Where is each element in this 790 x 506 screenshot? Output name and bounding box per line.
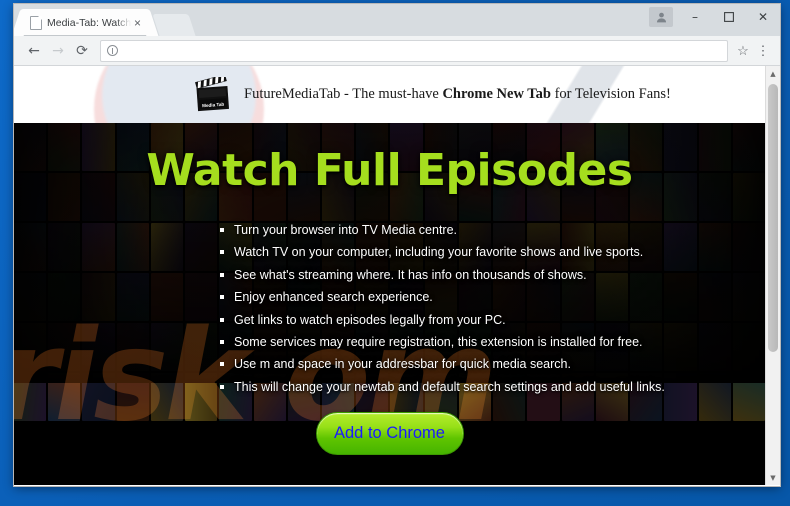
reload-button[interactable]: ⟳ bbox=[70, 39, 94, 63]
person-icon bbox=[656, 12, 666, 22]
forward-button[interactable]: → bbox=[46, 39, 70, 63]
document-icon bbox=[30, 15, 42, 30]
hero-section: risk om Watch Full Episodes Turn your br… bbox=[14, 123, 765, 485]
tab-title: Media-Tab: Watch TV, fo bbox=[47, 16, 131, 29]
close-window-button[interactable]: ✕ bbox=[746, 4, 780, 30]
feature-list-item: Turn your browser into TV Media centre. bbox=[218, 219, 765, 241]
chevron-down-icon: ▼ bbox=[770, 473, 776, 482]
header-text-after: for Television Fans! bbox=[550, 86, 671, 102]
back-button[interactable]: ← bbox=[22, 39, 46, 63]
back-arrow-icon: ← bbox=[28, 42, 40, 59]
scrollbar-thumb[interactable] bbox=[768, 84, 778, 352]
feature-list-item: See what's streaming where. It has info … bbox=[218, 264, 765, 286]
header-text-bold: Chrome New Tab bbox=[442, 86, 551, 102]
add-to-chrome-button[interactable]: Add to Chrome bbox=[315, 412, 464, 456]
header-watermark-circle bbox=[94, 66, 264, 123]
minimize-icon: – bbox=[692, 10, 698, 24]
new-tab-button[interactable] bbox=[154, 14, 196, 36]
forward-arrow-icon: → bbox=[52, 42, 64, 59]
header-text-before: FutureMediaTab - The must-have bbox=[244, 86, 443, 102]
tab-strip: Media-Tab: Watch TV, fo × – bbox=[14, 4, 780, 36]
kebab-menu-icon: ⋮ bbox=[756, 42, 770, 58]
feature-list-item: Use m and space in your addressbar for q… bbox=[218, 353, 765, 375]
feature-list-item: Some services may require registration, … bbox=[218, 331, 765, 353]
feature-list: Turn your browser into TV Media centre. W… bbox=[218, 219, 765, 398]
close-icon[interactable]: × bbox=[131, 15, 144, 31]
site-header-text: FutureMediaTab - The must-have Chrome Ne… bbox=[244, 86, 671, 103]
web-page: Media Tab FutureMediaTab - The must-have… bbox=[14, 66, 765, 485]
maximize-icon bbox=[724, 12, 734, 22]
browser-toolbar: ← → ⟳ ☆ ⋮ bbox=[14, 36, 780, 66]
maximize-button[interactable] bbox=[712, 4, 746, 30]
chrome-menu-button[interactable]: ⋮ bbox=[754, 43, 772, 59]
scroll-down-button[interactable]: ▼ bbox=[766, 470, 780, 485]
feature-list-item: This will change your newtab and default… bbox=[218, 376, 765, 398]
page-title: Watch Full Episodes bbox=[146, 145, 633, 196]
scroll-up-button[interactable]: ▲ bbox=[766, 66, 780, 81]
feature-list-item: Watch TV on your computer, including you… bbox=[218, 241, 765, 263]
chrome-browser-window: Media-Tab: Watch TV, fo × – bbox=[14, 4, 780, 486]
clapperboard-icon: Media Tab bbox=[195, 76, 230, 111]
reload-icon: ⟳ bbox=[76, 42, 88, 59]
cta-container: Add to Chrome bbox=[14, 412, 765, 456]
browser-tab[interactable]: Media-Tab: Watch TV, fo × bbox=[22, 9, 148, 36]
page-viewport: Media Tab FutureMediaTab - The must-have… bbox=[14, 66, 780, 485]
vertical-scrollbar[interactable]: ▲ ▼ bbox=[765, 66, 780, 485]
address-bar[interactable] bbox=[100, 39, 728, 62]
star-icon: ☆ bbox=[737, 42, 749, 58]
window-controls: – ✕ bbox=[649, 4, 780, 34]
site-header: Media Tab FutureMediaTab - The must-have… bbox=[14, 66, 765, 123]
feature-list-item: Get links to watch episodes legally from… bbox=[218, 309, 765, 331]
site-info-icon[interactable] bbox=[107, 45, 118, 56]
desktop-background: Media-Tab: Watch TV, fo × – bbox=[0, 0, 790, 506]
minimize-button[interactable]: – bbox=[678, 4, 712, 30]
chevron-up-icon: ▲ bbox=[770, 69, 776, 78]
bookmark-button[interactable]: ☆ bbox=[732, 43, 754, 59]
close-icon: ✕ bbox=[757, 10, 769, 24]
profile-avatar-button[interactable] bbox=[649, 7, 673, 27]
feature-list-item: Enjoy enhanced search experience. bbox=[218, 286, 765, 308]
